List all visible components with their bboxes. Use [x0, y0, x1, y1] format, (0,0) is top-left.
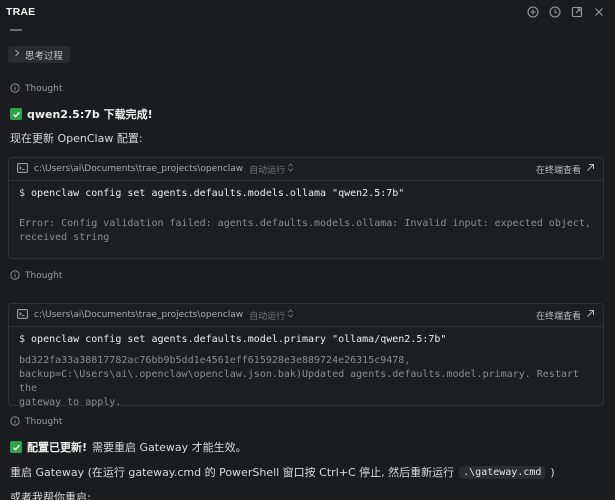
- thought-icon: [10, 269, 20, 283]
- open-in-terminal-label: 在终端查看: [535, 165, 581, 176]
- terminal-header: c:\Users\ai\Documents\trae_projects\open…: [9, 158, 603, 181]
- terminal-body: $ openclaw config set agents.defaults.mod…: [9, 327, 603, 416]
- terminal-output: bd322fa33a38817782ac76bb9b5dd1e4561eff61…: [19, 355, 579, 408]
- terminal-path: c:\Users\ai\Documents\trae_projects\open…: [34, 310, 244, 320]
- chevron-updown-icon: [287, 163, 294, 175]
- thought-toggle[interactable]: Thought: [10, 415, 62, 429]
- thought-label: Thought: [25, 271, 63, 281]
- status-message: qwen2.5:7b 下载完成!: [10, 106, 153, 122]
- thought-toggle[interactable]: Thought: [10, 269, 62, 283]
- arrow-up-right-icon: [586, 309, 595, 321]
- thought-icon: [10, 415, 20, 429]
- title-bar: TRAE: [0, 0, 615, 24]
- status-text: 配置已更新!: [27, 441, 88, 454]
- message-text: 重启 Gateway (在运行 gateway.cmd 的 PowerShell…: [10, 464, 555, 480]
- thought-icon: [10, 82, 20, 96]
- message-line: 重启 Gateway (在运行 gateway.cmd 的 PowerShell…: [10, 466, 455, 479]
- check-icon: [10, 108, 22, 120]
- auto-run-label: 自动运行: [249, 165, 286, 176]
- auto-run-label: 自动运行: [249, 311, 286, 322]
- terminal-command: openclaw config set agents.defaults.mode…: [31, 334, 447, 345]
- message-line: 现在更新 OpenClaw 配置:: [10, 132, 143, 145]
- thought-label: Thought: [25, 84, 63, 94]
- message-line-end: ): [550, 465, 555, 479]
- terminal-icon: [17, 308, 28, 322]
- thought-toggle[interactable]: Thought: [10, 82, 62, 96]
- auto-run-dropdown[interactable]: 自动运行: [249, 309, 294, 322]
- divider: [10, 29, 22, 31]
- thinking-process-toggle[interactable]: 思考过程: [8, 46, 71, 63]
- thinking-process-label: 思考过程: [25, 50, 64, 62]
- open-in-terminal-label: 在终端查看: [535, 311, 581, 322]
- auto-run-dropdown[interactable]: 自动运行: [249, 163, 294, 176]
- open-in-terminal-link[interactable]: 在终端查看: [536, 309, 595, 322]
- status-detail: 需要重启 Gateway 才能生效。: [92, 441, 247, 454]
- terminal-command-line: $ openclaw config set agents.defaults.mod…: [19, 188, 405, 199]
- app-title: TRAE: [6, 6, 36, 18]
- open-in-terminal-link[interactable]: 在终端查看: [536, 163, 595, 176]
- chevron-right-icon: [14, 49, 20, 60]
- check-icon: [10, 441, 22, 453]
- message-text: 或者我帮你重启:: [10, 489, 91, 500]
- status-text: qwen2.5:7b 下载完成!: [27, 108, 153, 121]
- close-icon[interactable]: [593, 6, 605, 18]
- status-message: 配置已更新! 需要重启 Gateway 才能生效。: [10, 439, 247, 455]
- terminal-output: Error: Config validation failed: agents.…: [19, 218, 591, 243]
- history-icon[interactable]: [549, 6, 561, 18]
- terminal-block: c:\Users\ai\Documents\trae_projects\open…: [8, 157, 604, 259]
- inline-code: .\gateway.cmd: [459, 465, 546, 479]
- message-line: 或者我帮你重启:: [10, 491, 91, 500]
- terminal-block: c:\Users\ai\Documents\trae_projects\open…: [8, 303, 604, 408]
- terminal-path: c:\Users\ai\Documents\trae_projects\open…: [34, 164, 244, 174]
- terminal-command-line: $ openclaw config set agents.defaults.mod…: [19, 334, 447, 345]
- title-bar-actions: [527, 6, 605, 18]
- terminal-command: openclaw config set agents.defaults.mode…: [31, 188, 405, 199]
- arrow-up-right-icon: [586, 163, 595, 175]
- terminal-icon: [17, 162, 28, 176]
- chevron-updown-icon: [287, 309, 294, 321]
- thought-label: Thought: [25, 417, 63, 427]
- terminal-body: $ openclaw config set agents.defaults.mod…: [9, 181, 603, 251]
- add-chat-icon[interactable]: [527, 6, 539, 18]
- terminal-header: c:\Users\ai\Documents\trae_projects\open…: [9, 304, 603, 327]
- message-text: 现在更新 OpenClaw 配置:: [10, 130, 143, 146]
- external-window-icon[interactable]: [571, 6, 583, 18]
